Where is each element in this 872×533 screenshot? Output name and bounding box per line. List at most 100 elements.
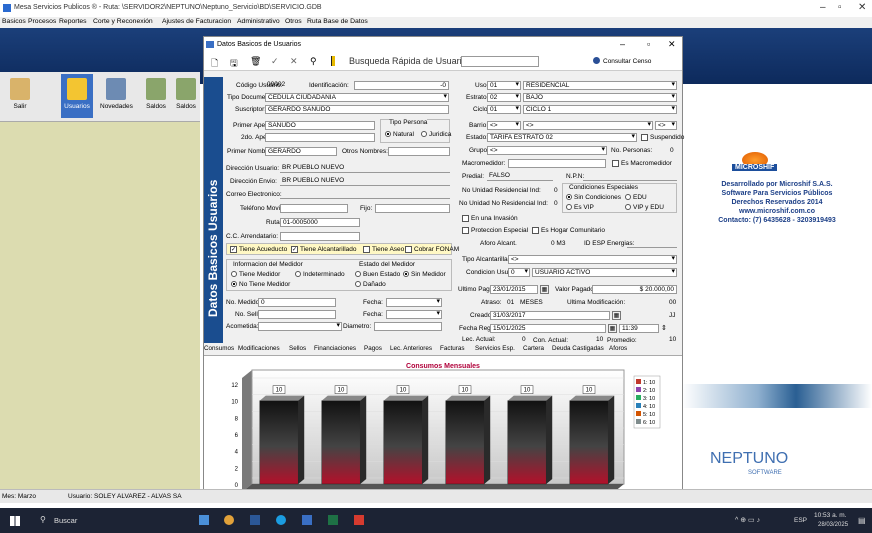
tab-aforos[interactable]: Aforos xyxy=(609,345,627,352)
estado-select[interactable]: TARIFA ESTRATO 02 xyxy=(487,133,637,142)
no-tiene-medidor-radio[interactable]: No Tiene Medidor xyxy=(231,281,290,288)
users-button[interactable]: Usuarios xyxy=(61,74,93,118)
spinner-icon[interactable]: ⇕ xyxy=(661,324,667,332)
vip-edu-radio[interactable]: VIP y EDU xyxy=(625,204,664,211)
menu-reportes[interactable]: Reportes xyxy=(59,18,87,25)
word-icon[interactable] xyxy=(250,515,260,525)
windows-start-icon[interactable] xyxy=(10,516,20,526)
buen-estado-radio[interactable]: Buen Estado xyxy=(355,271,400,278)
balance-button-2[interactable]: Saldos xyxy=(172,74,200,118)
primer-apellido-field[interactable]: SAÑUDO xyxy=(265,121,375,130)
tray-icons[interactable]: ^ ⊕ ▭ ♪ xyxy=(735,516,760,524)
creado-field[interactable]: 31/03/2017 xyxy=(490,311,610,320)
ruta-field[interactable]: 01-0005000 xyxy=(280,218,360,227)
suscriptor-field[interactable]: GERARDO SAÑUDO xyxy=(265,105,449,114)
ultimo-pago-field[interactable]: 23/01/2015 xyxy=(490,285,538,294)
primer-nombre-field[interactable]: GERARDO xyxy=(265,147,337,156)
taskbar-search[interactable]: Buscar xyxy=(54,516,77,525)
taskbar-search-icon[interactable]: ⚲ xyxy=(40,515,46,524)
condicion-code-select[interactable]: 0 xyxy=(508,268,530,277)
codigo-field[interactable]: 00002 xyxy=(265,81,305,90)
menu-procesos[interactable]: Procesos xyxy=(28,18,56,25)
danado-radio[interactable]: Dañado xyxy=(355,281,386,288)
minimize-icon[interactable]: – xyxy=(820,2,826,13)
fonam-checkbox[interactable]: Cobrar FONAM xyxy=(405,246,459,253)
no-medidor-field[interactable]: 0 xyxy=(258,298,336,307)
acometida-select[interactable] xyxy=(258,322,342,331)
close-icon[interactable]: ✕ xyxy=(858,2,866,13)
macromedidor-field[interactable] xyxy=(508,159,606,168)
tab-lec-anteriores[interactable]: Lec. Anteriores xyxy=(390,345,432,352)
valor-pagado-field[interactable]: $ 20.000,00 xyxy=(592,285,677,294)
balance-button[interactable]: Saldos xyxy=(140,74,172,118)
hora-field[interactable]: 11:39 xyxy=(619,324,659,333)
excel-icon[interactable] xyxy=(328,515,338,525)
exit-door-icon[interactable] xyxy=(331,56,335,66)
cancel-icon[interactable]: ✕ xyxy=(290,56,298,67)
estrato-code-select[interactable]: 02 xyxy=(487,93,521,102)
delete-icon[interactable]: 🗑 xyxy=(250,56,261,67)
movil-field[interactable] xyxy=(280,204,348,213)
neptuno-app-icon[interactable] xyxy=(302,515,312,525)
consult-census-button[interactable]: Consultar Censo xyxy=(603,58,651,65)
menu-administrativo[interactable]: Administrativo xyxy=(237,18,280,25)
fecha-medidor-select[interactable] xyxy=(386,298,442,307)
exit-button[interactable]: Salir xyxy=(4,74,36,118)
tab-modificaciones[interactable]: Modificaciones xyxy=(238,345,280,352)
sin-condiciones-radio[interactable]: Sin Condiciones xyxy=(566,194,621,201)
tab-pagos[interactable]: Pagos xyxy=(364,345,382,352)
proteccion-checkbox[interactable]: Proteccion Especial xyxy=(462,227,528,234)
notifications-icon[interactable]: ▤ xyxy=(858,516,866,525)
dialog-maximize-icon[interactable]: ▫ xyxy=(647,39,650,49)
tiene-medidor-radio[interactable]: Tiene Medidor xyxy=(231,271,280,278)
tab-facturas[interactable]: Facturas xyxy=(440,345,465,352)
juridica-radio[interactable]: Juridica xyxy=(421,131,451,138)
tab-deuda-castigadas[interactable]: Deuda Castigadas xyxy=(552,345,604,352)
tipo-doc-select[interactable]: CEDULA CIUDADANIA xyxy=(265,93,449,102)
fijo-field[interactable] xyxy=(375,204,450,213)
accept-icon[interactable]: ✓ xyxy=(271,56,279,67)
tipo-alc-select[interactable]: <> xyxy=(508,255,677,264)
direccion-field[interactable]: BR PUEBLO NUEVO xyxy=(280,164,450,173)
search-icon[interactable]: ⚲ xyxy=(310,56,317,67)
edge-icon[interactable] xyxy=(276,515,286,525)
barrio-select[interactable]: <> xyxy=(523,121,653,130)
edu-radio[interactable]: EDU xyxy=(625,194,647,201)
no-sello-field[interactable] xyxy=(258,310,336,319)
maximize-icon[interactable]: ▫ xyxy=(838,2,842,13)
menu-otros[interactable]: Otros xyxy=(285,18,302,25)
suspendido-checkbox[interactable]: Suspendido xyxy=(641,134,684,141)
ciclo-code-select[interactable]: 01 xyxy=(487,105,521,114)
fecha-sello-select[interactable] xyxy=(386,310,442,319)
cc-arrendatario-field[interactable] xyxy=(280,232,360,241)
fecha-reg-field[interactable]: 15/01/2025 xyxy=(490,324,606,333)
tab-consumos[interactable]: Consumos xyxy=(204,345,234,352)
diametro-field[interactable] xyxy=(374,322,442,331)
acueducto-checkbox[interactable]: ✓ Tiene Acueducto xyxy=(230,246,287,253)
menu-ruta-bd[interactable]: Ruta Base de Datos xyxy=(307,18,368,25)
identificacion-field[interactable]: -0 xyxy=(354,81,449,90)
indeterminado-radio[interactable]: Indeterminado xyxy=(295,271,345,278)
save-icon[interactable]: 🖫 xyxy=(230,56,238,72)
es-vip-radio[interactable]: Es VIP xyxy=(566,204,594,211)
npn-field[interactable] xyxy=(583,172,677,181)
pdf-icon[interactable] xyxy=(354,515,364,525)
estrato-select[interactable]: BAJO xyxy=(523,93,677,102)
taskbar-time[interactable]: 10:53 a. m. xyxy=(814,512,847,519)
predial-field[interactable]: FALSO xyxy=(487,172,553,181)
segundo-apellido-field[interactable] xyxy=(265,133,375,142)
new-icon[interactable]: 🗋 xyxy=(211,56,218,72)
uso-code-select[interactable]: 01 xyxy=(487,81,521,90)
taskbar-lang[interactable]: ESP xyxy=(794,517,807,524)
ciclo-select[interactable]: CICLO 1 xyxy=(523,105,677,114)
calendar-icon[interactable]: ▦ xyxy=(540,285,549,294)
calendar-icon[interactable]: ▦ xyxy=(612,311,621,320)
condicion-select[interactable]: USUARIO ACTIVO xyxy=(532,268,677,277)
envio-field[interactable]: BR PUEBLO NUEVO xyxy=(280,177,450,186)
sin-medidor-radio[interactable]: Sin Medidor xyxy=(403,271,446,278)
natural-radio[interactable]: Natural xyxy=(385,131,414,138)
tab-cartera[interactable]: Cartera xyxy=(523,345,544,352)
menu-basicos[interactable]: Basicos xyxy=(2,18,26,25)
grupo-select[interactable]: <> xyxy=(487,146,607,155)
chrome-icon[interactable] xyxy=(224,515,234,525)
